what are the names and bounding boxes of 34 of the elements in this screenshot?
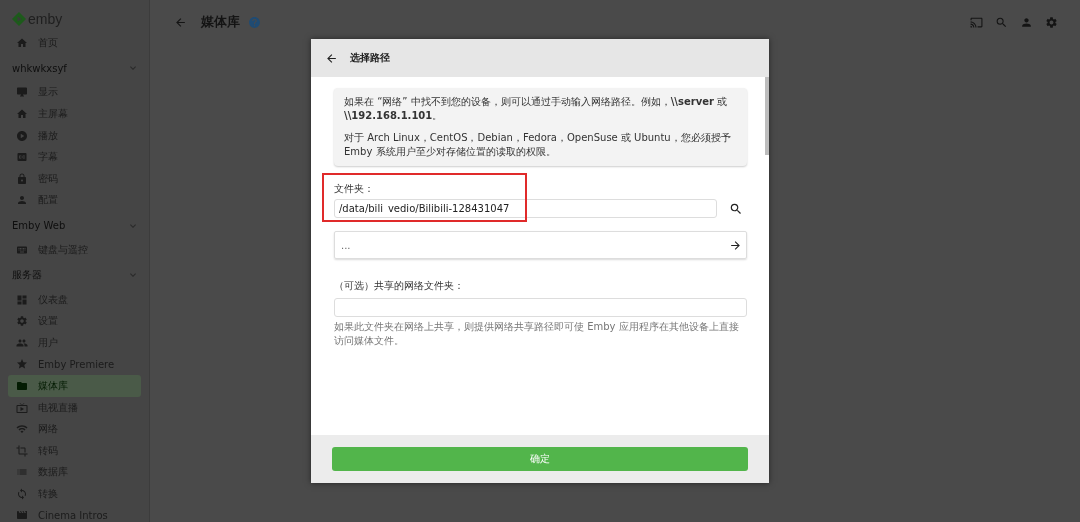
sync-icon [16,487,28,500]
field-label: （可选）共享的网络文件夹： [334,279,465,293]
info-text: 如果在 “网络” 中找不到您的设备，则可以通过手动输入网络路径。例如，\\server 或 \\192.168.1.101。 [344,95,729,123]
search-icon[interactable] [995,15,1008,29]
settings-icon [16,315,28,328]
dashboard-icon [16,293,28,306]
wifi-icon [16,423,28,436]
settings-icon[interactable] [1045,15,1058,29]
arrow-icon [729,238,742,252]
field-label: 文件夹： [334,182,375,196]
play-icon [16,129,28,142]
help-icon[interactable] [248,15,261,29]
captions-icon [16,151,28,164]
tv-icon [16,401,28,414]
monitor-icon [16,86,28,99]
home-icon [16,36,28,49]
network-folder-field[interactable] [334,298,747,317]
person-icon [16,194,28,207]
lock-icon [16,172,28,185]
confirm-button[interactable]: 确定 [332,447,748,471]
path-picker[interactable]: ... [334,231,747,259]
crop-icon [16,444,28,457]
help-text: 如果此文件夹在网络上共享，则提供网络共享路径即可使 Emby 应用程序在其他设备上直接访问媒体文件。 [334,320,740,348]
star-icon [16,358,28,371]
logo-icon [12,12,26,26]
back-icon[interactable] [325,51,338,65]
person-icon[interactable] [1020,15,1033,29]
scrollbar-thumb[interactable] [765,77,769,155]
dialog-title: 选择路径 [350,51,390,65]
home-icon [16,108,28,120]
cast-icon[interactable] [970,15,983,29]
folder-icon [16,379,28,392]
info-text: 对于 Arch Linux，CentOS，Debian，Fedora，OpenSuse 或 Ubuntu，您必须授予 Emby 系统用户至少对存储位置的读取的权限。 [344,131,732,159]
film-icon [16,509,28,522]
